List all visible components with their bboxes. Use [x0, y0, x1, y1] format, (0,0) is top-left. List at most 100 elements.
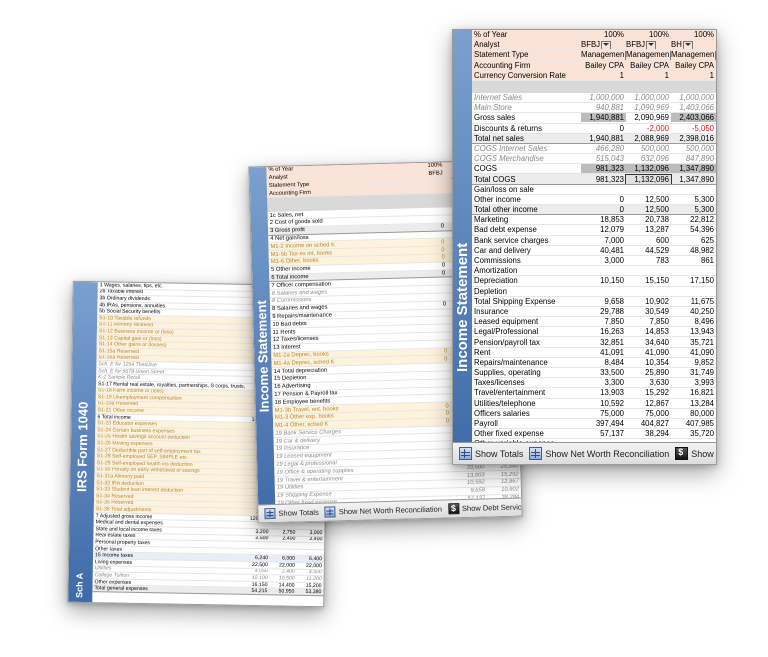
value-cell[interactable] — [416, 390, 450, 391]
value-cell[interactable]: 100% — [671, 30, 716, 39]
value-cell[interactable]: 12,500 — [626, 205, 671, 214]
value-cell[interactable]: BFBJ — [411, 171, 445, 178]
show-debt-service-button[interactable]: Show Debt Service — [447, 501, 523, 515]
value-cell[interactable]: 9,658 — [453, 488, 487, 495]
show-debt-service-button[interactable]: Show Debt Service — [675, 447, 716, 460]
value-cell[interactable]: 1,347,890 — [671, 175, 716, 184]
value-cell[interactable]: 11,200 — [297, 576, 324, 582]
value-cell[interactable]: 625 — [671, 236, 716, 245]
value-cell[interactable]: 15,292 — [626, 388, 671, 397]
value-cell[interactable]: 31,749 — [671, 368, 716, 377]
value-cell[interactable]: 2,090,969 — [626, 113, 671, 122]
value-cell[interactable]: Bailey CPA — [671, 61, 716, 70]
value-cell[interactable]: 0 — [413, 270, 447, 277]
value-cell[interactable]: 30,549 — [626, 307, 671, 316]
value-cell[interactable] — [412, 211, 446, 212]
value-cell[interactable]: 10,902 — [487, 487, 521, 494]
value-cell[interactable]: 100% — [626, 30, 671, 39]
value-cell[interactable] — [412, 219, 446, 220]
value-cell[interactable] — [417, 398, 451, 399]
value-cell[interactable]: 981,323 — [581, 164, 626, 174]
value-cell[interactable] — [414, 320, 448, 321]
value-cell[interactable]: 0 — [412, 239, 446, 246]
value-cell[interactable]: 6,000 — [270, 555, 297, 562]
value-cell[interactable] — [413, 281, 447, 282]
value-cell[interactable]: 12,867 — [626, 399, 671, 408]
value-cell[interactable]: 2,400 — [297, 536, 324, 542]
value-cell[interactable]: 16,263 — [581, 327, 626, 336]
value-cell[interactable]: 22,000 — [270, 562, 297, 568]
value-cell[interactable]: 0 — [581, 205, 626, 214]
value-cell[interactable]: BH — [671, 40, 716, 50]
value-cell[interactable]: 3,300 — [581, 378, 626, 387]
value-cell[interactable]: 1 — [581, 71, 626, 80]
value-cell[interactable]: BFBJ — [581, 40, 626, 50]
value-cell[interactable]: 0 — [581, 124, 626, 133]
value-cell[interactable]: 100% — [410, 163, 444, 170]
value-cell[interactable]: 0 — [415, 348, 449, 355]
value-cell[interactable]: 3,000 — [297, 530, 324, 536]
dropdown-icon[interactable] — [715, 50, 716, 60]
value-cell[interactable]: 1,347,890 — [671, 164, 716, 174]
value-cell[interactable]: 22,000 — [297, 562, 324, 569]
value-cell[interactable]: 0 — [417, 418, 451, 425]
value-cell[interactable]: 50,950 — [269, 588, 296, 595]
value-cell[interactable]: 0 — [413, 255, 447, 262]
value-cell[interactable]: 53,380 — [296, 589, 323, 595]
value-cell[interactable]: 2,403,066 — [671, 113, 716, 123]
value-cell[interactable]: 14,400 — [270, 582, 297, 588]
value-cell[interactable]: 8,496 — [671, 317, 716, 326]
value-cell[interactable]: Bailey CPA — [581, 61, 626, 70]
dropdown-icon[interactable] — [601, 40, 612, 50]
value-cell[interactable]: 75,000 — [581, 409, 626, 418]
value-cell[interactable]: 981,323 — [581, 175, 626, 184]
value-cell[interactable]: 5,300 — [671, 195, 716, 204]
value-cell[interactable]: 25,890 — [626, 368, 671, 377]
value-cell[interactable]: 1,000,000 — [626, 93, 671, 102]
value-cell[interactable]: 1 — [671, 71, 716, 80]
value-cell[interactable] — [419, 484, 453, 485]
value-cell[interactable]: -5,050 — [671, 124, 716, 133]
value-cell[interactable]: 1,000,000 — [671, 93, 716, 102]
value-cell[interactable]: 35,721 — [671, 338, 716, 347]
value-cell[interactable]: 847,890 — [671, 154, 716, 163]
value-cell[interactable]: 2,400 — [270, 536, 297, 542]
value-cell[interactable]: 7,850 — [581, 317, 626, 326]
value-cell[interactable]: 100% — [581, 30, 626, 39]
value-cell[interactable]: 500,000 — [626, 144, 671, 153]
value-cell[interactable] — [416, 382, 450, 383]
value-cell[interactable]: 10,592 — [581, 399, 626, 408]
value-cell[interactable] — [416, 367, 450, 368]
value-cell[interactable] — [411, 189, 445, 190]
value-cell[interactable]: 10,150 — [581, 276, 626, 285]
value-cell[interactable]: 54,396 — [671, 225, 716, 234]
value-cell[interactable]: 0 — [412, 224, 446, 231]
value-cell[interactable] — [418, 460, 452, 461]
show-net-worth-button[interactable]: Show Net Worth Reconciliation — [529, 447, 669, 460]
value-cell[interactable]: 515,043 — [581, 154, 626, 163]
value-cell[interactable]: 10,902 — [626, 297, 671, 306]
value-cell[interactable]: 600 — [626, 236, 671, 245]
value-cell[interactable]: 9,658 — [581, 297, 626, 306]
value-cell[interactable]: 9,852 — [671, 358, 716, 367]
value-cell[interactable]: 13,903 — [581, 388, 626, 397]
value-cell[interactable]: 44,529 — [626, 246, 671, 255]
value-cell[interactable]: 2,500 — [243, 535, 270, 541]
value-cell[interactable]: 6,240 — [243, 555, 270, 561]
value-cell[interactable]: 404,827 — [626, 419, 671, 428]
value-cell[interactable] — [414, 289, 448, 290]
value-cell[interactable]: 41,090 — [626, 348, 671, 357]
value-cell[interactable]: 1,940,881 — [581, 113, 626, 123]
value-cell[interactable]: 0 — [417, 411, 451, 418]
value-cell[interactable]: -2,000 — [626, 124, 671, 133]
dropdown-icon[interactable] — [625, 50, 626, 60]
value-cell[interactable]: 15,200 — [296, 582, 323, 588]
value-cell[interactable]: 3,000 — [581, 256, 626, 265]
value-cell[interactable]: Managemen — [626, 50, 671, 60]
value-cell[interactable]: 0 — [415, 356, 449, 363]
value-cell[interactable]: 1 — [626, 71, 671, 80]
value-cell[interactable]: 20,738 — [626, 215, 671, 224]
value-cell[interactable]: 15,292 — [486, 471, 520, 478]
value-cell[interactable]: 16,821 — [671, 388, 716, 397]
value-cell[interactable]: 7,850 — [626, 317, 671, 326]
